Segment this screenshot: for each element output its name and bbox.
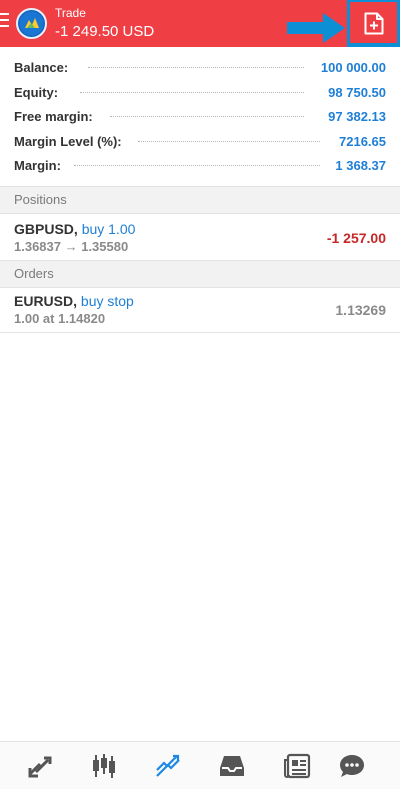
free-margin-label: Free margin: [14, 109, 93, 124]
free-margin-value: 97 382.13 [328, 109, 386, 124]
dotted-leader [138, 140, 320, 143]
position-price-change: 1.36837 → 1.35580 [14, 239, 129, 254]
equity-label: Equity: [14, 84, 59, 100]
trade-icon[interactable] [154, 752, 182, 780]
news-icon[interactable] [283, 752, 311, 780]
new-order-icon [364, 12, 384, 35]
balance-row: Balance: 100 000.00 [0, 55, 400, 80]
bottom-navigation [0, 741, 400, 789]
chart-icon[interactable] [90, 752, 118, 780]
dotted-leader [88, 67, 304, 69]
quotes-icon[interactable] [26, 752, 54, 780]
position-symbol-line: GBPUSD, buy 1.00 [14, 221, 135, 237]
margin-value: 1 368.37 [335, 158, 386, 173]
new-order-button[interactable] [350, 2, 397, 43]
order-symbol: EURUSD, [14, 293, 78, 309]
orders-header: Orders [0, 260, 400, 288]
account-summary: Balance: 100 000.00 Equity: 98 750.50 Fr… [0, 55, 400, 178]
dotted-leader [110, 116, 304, 118]
metatrader-logo-icon [16, 8, 47, 39]
trade-screen: Trade -1 249.50 USD Balance: 100 000.00 … [0, 0, 400, 789]
position-action: buy 1.00 [81, 221, 136, 237]
balance-value: 100 000.00 [320, 60, 386, 75]
positions-header: Positions [0, 186, 400, 214]
equity-value: 98 750.50 [328, 84, 386, 100]
dotted-leader [80, 91, 304, 94]
hamburger-menu-icon[interactable] [0, 13, 10, 29]
page-title: Trade [55, 6, 86, 20]
margin-level-label: Margin Level (%): [14, 133, 122, 149]
position-profit: -1 257.00 [326, 230, 386, 246]
history-icon[interactable] [218, 752, 246, 780]
orders-header-label: Orders [14, 266, 54, 281]
total-profit: -1 249.50 USD [55, 23, 155, 40]
chat-icon[interactable] [338, 752, 366, 780]
equity-row: Equity: 98 750.50 [0, 80, 400, 105]
margin-label: Margin: [14, 158, 61, 173]
order-action: buy stop [80, 293, 134, 309]
arrow-right-icon [287, 13, 345, 43]
margin-level-row: Margin Level (%): 7216.65 [0, 129, 400, 154]
new-order-highlight [347, 0, 400, 47]
order-symbol-line: EURUSD, buy stop [14, 293, 134, 309]
balance-label: Balance: [14, 60, 69, 75]
free-margin-row: Free margin: 97 382.13 [0, 104, 400, 129]
positions-header-label: Positions [14, 192, 67, 207]
position-symbol: GBPUSD, [14, 221, 78, 237]
position-row[interactable]: GBPUSD, buy 1.00 1.36837 → 1.35580 -1 25… [0, 214, 400, 261]
top-bar: Trade -1 249.50 USD [0, 0, 400, 47]
order-volume-price: 1.00 at 1.14820 [14, 311, 106, 326]
margin-row: Margin: 1 368.37 [0, 153, 400, 178]
dotted-leader [74, 165, 320, 167]
margin-level-value: 7216.65 [339, 133, 386, 149]
order-current-price: 1.13269 [335, 302, 386, 318]
order-row[interactable]: EURUSD, buy stop 1.00 at 1.14820 1.13269 [0, 286, 400, 333]
